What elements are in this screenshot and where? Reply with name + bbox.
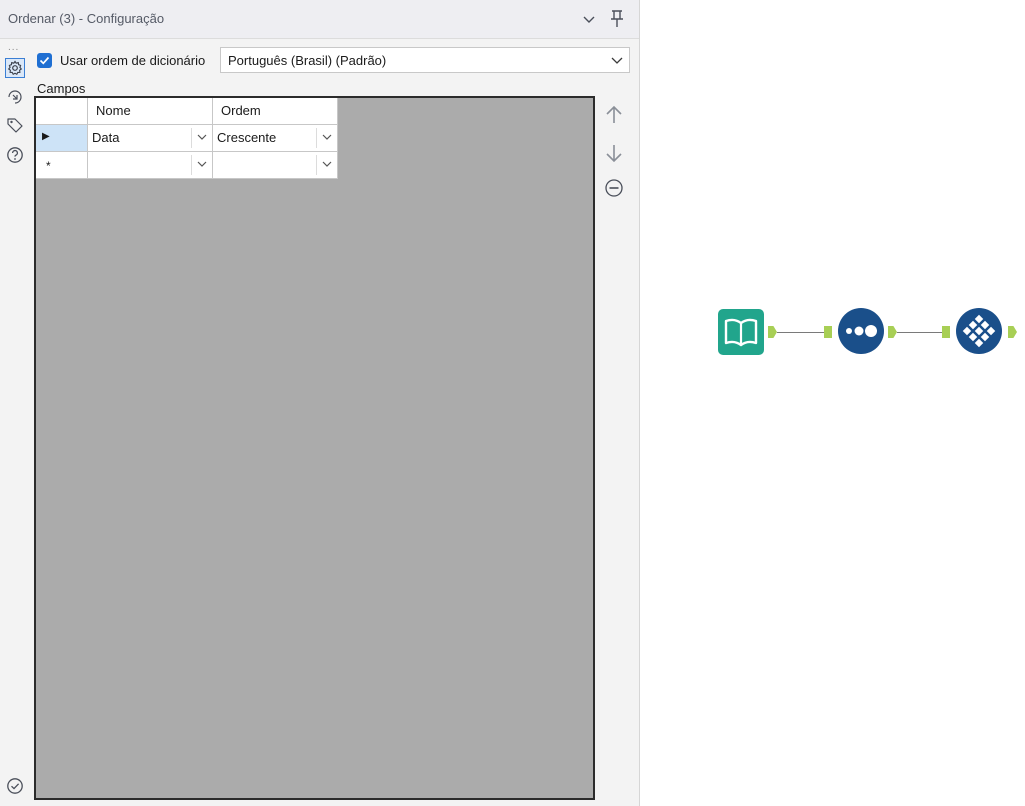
chevron-down-icon <box>583 16 595 23</box>
chevron-down-icon <box>611 57 623 64</box>
checkmark-icon <box>39 56 50 65</box>
dropdown-separator <box>316 128 317 148</box>
chevron-down-icon[interactable] <box>196 131 208 143</box>
connection-line[interactable] <box>777 332 824 333</box>
panel-titlebar: Ordenar (3) - Configuração <box>0 0 639 39</box>
row-selector[interactable]: ▶ <box>36 125 88 152</box>
arrow-up-icon <box>606 105 622 123</box>
rail-config-button[interactable] <box>5 58 25 78</box>
ordem-cell[interactable]: Crescente <box>213 125 338 152</box>
row-selector[interactable]: * <box>36 152 88 179</box>
browse-tool[interactable] <box>955 307 1003 355</box>
nome-value: Data <box>92 130 120 145</box>
book-icon <box>718 309 764 355</box>
ordem-value: Crescente <box>217 130 277 145</box>
output-anchor[interactable] <box>1008 326 1017 338</box>
dropdown-separator <box>191 155 192 175</box>
gear-icon <box>7 60 23 76</box>
rail-help-button[interactable] <box>5 145 25 165</box>
nome-cell[interactable]: Data <box>88 125 213 152</box>
row-new-marker: * <box>46 159 51 173</box>
configuration-panel: Ordenar (3) - Configuração ... Usar orde… <box>0 0 640 806</box>
chevron-down-icon[interactable] <box>321 158 333 170</box>
check-circle-icon <box>7 778 23 794</box>
move-up-button[interactable] <box>601 102 627 128</box>
panel-title: Ordenar (3) - Configuração <box>8 11 165 26</box>
dropdown-separator <box>316 155 317 175</box>
dropdown-separator <box>191 128 192 148</box>
dictionary-order-label: Usar ordem de dicionário <box>60 53 206 68</box>
input-anchor[interactable] <box>942 326 950 338</box>
connection-line[interactable] <box>897 332 942 333</box>
row-current-marker: ▶ <box>42 131 50 142</box>
fields-label: Campos <box>37 81 86 96</box>
rail-done-button[interactable] <box>5 776 25 796</box>
rail-tags-button[interactable] <box>5 115 25 135</box>
help-icon <box>7 147 23 163</box>
arrow-down-icon <box>606 145 622 163</box>
dictionary-order-checkbox[interactable] <box>37 53 52 68</box>
browse-diamond-icon <box>956 308 1002 354</box>
chevron-down-icon[interactable] <box>196 158 208 170</box>
pin-icon <box>611 10 623 27</box>
output-anchor[interactable] <box>888 326 897 338</box>
tag-icon <box>7 118 23 133</box>
input-anchor[interactable] <box>824 326 832 338</box>
nome-cell[interactable] <box>88 152 213 179</box>
side-rail: ... <box>0 40 30 806</box>
chevron-down-icon[interactable] <box>321 131 333 143</box>
sort-fields-grid: Nome Ordem ▶ Data Crescente * <box>34 96 595 800</box>
column-header-ordem[interactable]: Ordem <box>213 98 338 125</box>
workflow-canvas[interactable] <box>640 0 1025 806</box>
input-data-tool[interactable] <box>718 309 764 355</box>
column-header-nome[interactable]: Nome <box>88 98 213 125</box>
grid-corner-header <box>36 98 88 125</box>
language-select-value: Português (Brasil) (Padrão) <box>228 53 387 68</box>
rail-anchors-button[interactable] <box>5 87 25 107</box>
anchor-icon <box>8 90 22 104</box>
move-down-button[interactable] <box>601 140 627 166</box>
ordem-cell[interactable] <box>213 152 338 179</box>
column-header-label: Nome <box>96 103 131 118</box>
sort-tool[interactable] <box>837 307 885 355</box>
column-header-label: Ordem <box>221 103 261 118</box>
minus-circle-icon <box>605 179 623 197</box>
remove-field-button[interactable] <box>601 175 627 201</box>
rail-grip: ... <box>8 42 20 53</box>
output-anchor[interactable] <box>768 326 777 338</box>
sort-dots-icon <box>838 308 884 354</box>
language-select[interactable]: Português (Brasil) (Padrão) <box>220 47 630 73</box>
collapse-button[interactable] <box>578 8 600 30</box>
pin-button[interactable] <box>606 8 628 30</box>
